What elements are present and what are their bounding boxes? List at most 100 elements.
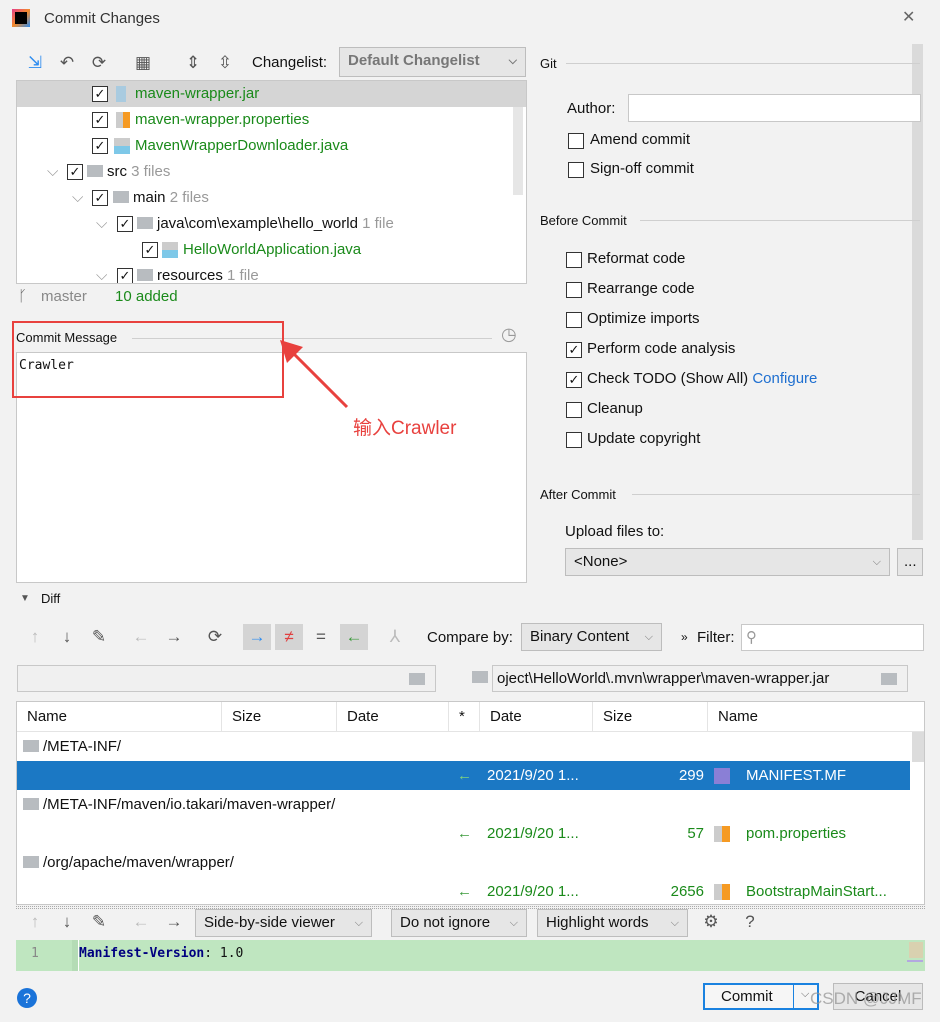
group-by-icon[interactable]: ▦ xyxy=(132,53,154,73)
help-icon[interactable]: ? xyxy=(739,912,761,932)
tree-item-count: 2 files xyxy=(169,189,209,206)
chevron-down-icon[interactable]: ⌵ xyxy=(72,188,83,208)
sign-off-commit-checkbox[interactable] xyxy=(568,162,584,178)
gear-icon[interactable]: ⚙ xyxy=(700,912,722,932)
close-button[interactable]: ✕ xyxy=(902,8,915,28)
before-commit-checkbox[interactable] xyxy=(566,312,582,328)
chevron-down-icon[interactable]: ⌵ xyxy=(96,266,107,283)
tree-item[interactable]: MavenWrapperDownloader.java xyxy=(135,136,348,156)
checkbox[interactable]: ✓ xyxy=(67,164,83,180)
chevron-down-icon[interactable]: ⌵ xyxy=(801,988,809,1001)
tree-item-count: 1 file xyxy=(362,215,394,232)
column-header-date[interactable]: Date xyxy=(480,702,593,732)
before-commit-checkbox[interactable] xyxy=(566,252,582,268)
checkbox[interactable]: ✓ xyxy=(142,242,158,258)
show-old-icon[interactable]: ← xyxy=(340,624,368,650)
table-row-folder[interactable]: /META-INF/ xyxy=(17,732,910,761)
upload-files-select[interactable]: <None> ⌵ xyxy=(565,548,890,576)
column-header-date[interactable]: Date xyxy=(337,702,449,732)
diff-content[interactable]: 1 Manifest-Version: 1.0 xyxy=(16,940,925,971)
checkbox[interactable]: ✓ xyxy=(92,86,108,102)
option-label: Optimize imports xyxy=(587,310,700,327)
branch-name[interactable]: master xyxy=(41,287,87,307)
ignore-select[interactable]: Do not ignore ⌵ xyxy=(391,909,527,937)
tree-item[interactable]: java\com\example\hello_world 1 file xyxy=(137,214,394,234)
before-commit-checkbox[interactable] xyxy=(566,282,582,298)
filter-input[interactable]: ⚲ xyxy=(741,624,924,651)
before-commit-checkbox[interactable] xyxy=(566,432,582,448)
arrow-left-icon[interactable]: ← xyxy=(130,627,152,647)
arrow-up-icon[interactable]: ↑ xyxy=(24,912,46,932)
before-commit-checkbox[interactable]: ✓ xyxy=(566,342,582,358)
tree-scrollbar[interactable] xyxy=(513,107,523,195)
column-header-name[interactable]: Name xyxy=(708,702,912,732)
merge-icon[interactable]: ⅄ xyxy=(384,627,406,647)
checkbox[interactable]: ✓ xyxy=(117,268,133,283)
java-file-icon xyxy=(114,138,130,154)
checkbox[interactable]: ✓ xyxy=(92,190,108,206)
arrow-up-icon[interactable]: ↑ xyxy=(24,627,46,647)
chevron-down-icon[interactable]: ⌵ xyxy=(47,162,58,182)
undo-icon[interactable]: ↶ xyxy=(56,53,78,73)
show-different-icon[interactable]: ≠ xyxy=(275,624,303,650)
checkbox[interactable]: ✓ xyxy=(92,112,108,128)
arrow-right-icon[interactable]: → xyxy=(163,627,185,647)
column-header-size[interactable]: Size xyxy=(593,702,708,732)
arrow-down-icon[interactable]: ↓ xyxy=(56,627,78,647)
arrow-down-icon[interactable]: ↓ xyxy=(56,912,78,932)
amend-commit-checkbox[interactable] xyxy=(568,133,584,149)
refresh-icon[interactable]: ⟳ xyxy=(204,627,226,647)
viewer-select[interactable]: Side-by-side viewer ⌵ xyxy=(195,909,372,937)
tree-item-label: resources xyxy=(157,267,223,284)
tree-item[interactable]: maven-wrapper.properties xyxy=(135,110,309,130)
table-row-folder[interactable]: /org/apache/maven/wrapper/ xyxy=(17,848,910,877)
browse-button[interactable]: ... xyxy=(897,548,923,576)
checkbox[interactable]: ✓ xyxy=(117,216,133,232)
diff-table[interactable]: Name Size Date * Date Size Name /META-IN… xyxy=(16,701,925,905)
edit-icon[interactable]: ✎ xyxy=(88,912,110,932)
collapse-all-icon[interactable]: ⇳ xyxy=(214,53,236,73)
changes-tree[interactable]: ✓ maven-wrapper.jar ✓ maven-wrapper.proper… xyxy=(16,80,527,284)
right-path-input[interactable]: oject\HelloWorld\.mvn\wrapper\maven-wrap… xyxy=(492,665,908,692)
before-commit-checkbox[interactable] xyxy=(566,402,582,418)
commit-button[interactable]: Commit ⌵ xyxy=(703,983,819,1010)
table-row[interactable]: ← 2021/9/20 1... 299 MANIFEST.MF xyxy=(17,761,910,790)
configure-link[interactable]: Configure xyxy=(752,370,817,387)
refresh-icon[interactable]: ⟳ xyxy=(88,53,110,73)
left-path-input[interactable] xyxy=(17,665,436,692)
column-header-size[interactable]: Size xyxy=(222,702,337,732)
tree-item[interactable]: main 2 files xyxy=(113,188,209,208)
chevron-down-icon[interactable]: ⌵ xyxy=(96,214,107,234)
tree-item[interactable]: src 3 files xyxy=(87,162,170,182)
git-section-label: Git xyxy=(540,56,557,71)
compare-by-select[interactable]: Binary Content ⌵ xyxy=(521,623,662,651)
collapse-icon[interactable]: ⇲ xyxy=(24,53,46,73)
folder-open-icon[interactable] xyxy=(881,673,897,685)
column-header-star[interactable]: * xyxy=(449,702,480,732)
tree-item[interactable]: maven-wrapper.jar xyxy=(135,84,259,104)
table-row[interactable]: ← 2021/9/20 1... 57 pom.properties xyxy=(17,819,910,848)
expand-all-icon[interactable]: ⇕ xyxy=(182,53,204,73)
tree-item[interactable]: resources 1 file xyxy=(137,266,259,284)
folder-open-icon[interactable] xyxy=(409,673,425,685)
option-label: Reformat code xyxy=(587,250,686,267)
history-icon[interactable]: ◷ xyxy=(501,324,517,344)
more-icon[interactable]: » xyxy=(681,627,688,647)
help-button[interactable]: ? xyxy=(17,988,37,1008)
show-equal-icon[interactable]: = xyxy=(310,627,332,647)
collapse-diff-icon[interactable]: ▼ xyxy=(20,589,30,609)
column-header-name[interactable]: Name xyxy=(17,702,222,732)
changelist-select[interactable]: Default Changelist ⌵ xyxy=(339,47,526,77)
arrow-right-icon[interactable]: → xyxy=(163,912,185,932)
edit-icon[interactable]: ✎ xyxy=(88,627,110,647)
table-row-folder[interactable]: /META-INF/maven/io.takari/maven-wrapper/ xyxy=(17,790,910,819)
highlight-select[interactable]: Highlight words ⌵ xyxy=(537,909,688,937)
before-commit-checkbox[interactable]: ✓ xyxy=(566,372,582,388)
tree-item[interactable]: HelloWorldApplication.java xyxy=(183,240,361,260)
compare-by-label: Compare by: xyxy=(427,629,513,646)
author-input[interactable] xyxy=(628,94,921,122)
checkbox[interactable]: ✓ xyxy=(92,138,108,154)
show-new-icon[interactable]: → xyxy=(243,624,271,650)
arrow-left-icon[interactable]: ← xyxy=(130,912,152,932)
table-row[interactable]: ← 2021/9/20 1... 2656 BootstrapMainStart… xyxy=(17,877,910,904)
